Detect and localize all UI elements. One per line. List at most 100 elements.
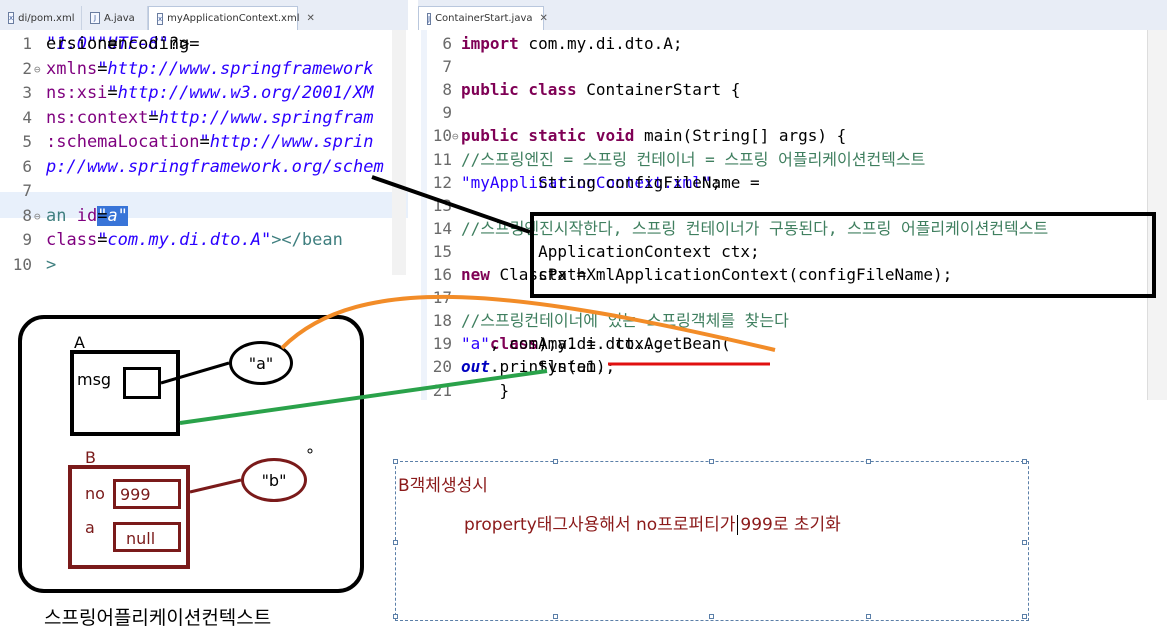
tab-containerstart-java[interactable]: J ContainerStart.java ✕ bbox=[418, 6, 548, 30]
code-line[interactable]: String configFileName = "myApplicationCo… bbox=[461, 171, 760, 194]
note-title: B객체생성시 bbox=[398, 476, 488, 496]
container-caption: 스프링어플리케이션컨텍스트 bbox=[44, 607, 272, 629]
line-number: 14 bbox=[432, 218, 452, 238]
tab-pom-xml[interactable]: x di/pom.xml bbox=[0, 6, 82, 30]
close-icon[interactable]: ✕ bbox=[540, 13, 548, 24]
fold-toggle-icon[interactable]: ⊖ bbox=[34, 63, 41, 76]
code-token: ></bean bbox=[271, 230, 343, 250]
class-a-field-msg: msg bbox=[77, 370, 112, 389]
tab-myapplicationcontext-xml[interactable]: x myApplicationContext.xml ✕ bbox=[148, 6, 315, 30]
code-line[interactable]: import com.my.di.dto.A; bbox=[461, 32, 683, 55]
resize-handle[interactable] bbox=[1022, 614, 1027, 619]
resize-handle[interactable] bbox=[553, 459, 558, 464]
code-token: import bbox=[461, 34, 519, 53]
resize-handle[interactable] bbox=[553, 614, 558, 619]
resize-handle[interactable] bbox=[1022, 459, 1027, 464]
line-number: 9 bbox=[442, 103, 452, 123]
line-number: 2 bbox=[22, 58, 32, 78]
line-number: 19 bbox=[432, 334, 452, 354]
code-token: p://www.springframework.org/schem bbox=[46, 156, 384, 177]
tab-label: di/pom.xml bbox=[18, 12, 75, 24]
code-line[interactable]: xmlns = "http://www.springframework bbox=[46, 57, 374, 81]
vertical-scrollbar[interactable] bbox=[392, 30, 406, 275]
code-token: an bbox=[46, 205, 77, 226]
line-number: 1 bbox=[22, 34, 32, 53]
code-line[interactable]: public class ContainerStart { bbox=[461, 78, 740, 101]
code-line[interactable]: A a1 = ctx.getBean("a", com.my.di.dto.A.… bbox=[461, 332, 731, 355]
code-line[interactable]: > bbox=[46, 253, 56, 276]
xml-editor[interactable]: 1 ersion= "1.0" encoding= "UTF-8" ?> 2 ⊖ xmlns =… bbox=[0, 30, 408, 275]
line-number: 18 bbox=[432, 311, 452, 331]
code-line[interactable]: ctx = new ClassPathXmlApplicationContext… bbox=[461, 263, 952, 286]
code-token: = bbox=[97, 58, 108, 79]
fold-toggle-icon[interactable]: ⊖ bbox=[34, 210, 41, 223]
code-line[interactable]: System. out .println(a1); bbox=[461, 355, 615, 378]
resize-handle[interactable] bbox=[866, 459, 871, 464]
line-number: 3 bbox=[22, 83, 32, 102]
line-number: 6 bbox=[22, 156, 32, 176]
line-number: 16 bbox=[432, 265, 452, 284]
resize-handle[interactable] bbox=[393, 540, 398, 545]
class-b-field-a: a bbox=[85, 518, 95, 537]
code-line[interactable]: //스프링컨테이너에 있는 스프링객체를 찾는다 bbox=[461, 309, 789, 332]
line-number: 8 bbox=[442, 80, 452, 100]
line-number: 5 bbox=[22, 132, 32, 151]
resize-handle[interactable] bbox=[709, 614, 714, 619]
resize-handle[interactable] bbox=[1022, 540, 1027, 545]
code-token: = bbox=[148, 107, 159, 128]
tab-label: A.java bbox=[104, 12, 135, 24]
code-line[interactable]: :schemaLocation = "http://www.sprin bbox=[46, 130, 374, 154]
code-token: = bbox=[97, 205, 108, 226]
resize-handle[interactable] bbox=[866, 614, 871, 619]
note-textbox[interactable]: B객체생성시 property태그사용해서 no프로퍼티가 999로 초기화 bbox=[393, 459, 1029, 621]
code-token: public class bbox=[461, 80, 577, 100]
code-token: ContainerStart { bbox=[576, 80, 741, 100]
code-token: id bbox=[76, 205, 98, 226]
code-token: } bbox=[461, 380, 510, 400]
code-token: .println(a1); bbox=[489, 357, 616, 377]
class-a-msg-slot bbox=[123, 367, 161, 399]
code-line[interactable]: class = "com.my.di.dto.A"></bean bbox=[46, 228, 343, 252]
resize-handle[interactable] bbox=[393, 459, 398, 464]
tab-label: ContainerStart.java bbox=[435, 13, 533, 24]
code-token: > bbox=[46, 254, 57, 275]
code-token: "http://www.springframework bbox=[97, 58, 374, 79]
class-b-field-no: no bbox=[85, 484, 105, 503]
line-number: 4 bbox=[22, 107, 32, 127]
code-line[interactable]: ns:context = "http://www.springfram bbox=[46, 106, 374, 130]
code-token: ); bbox=[538, 334, 558, 354]
line-number: 17 bbox=[432, 288, 452, 308]
line-number: 10 bbox=[12, 254, 32, 274]
code-token: ns:xsi bbox=[46, 83, 108, 103]
code-token: "com.my.di.dto.A" bbox=[97, 230, 272, 250]
class-b-no-value: 999 bbox=[120, 485, 151, 504]
java-file-icon: J bbox=[90, 12, 100, 24]
line-number: 21 bbox=[432, 380, 452, 400]
code-token: = bbox=[97, 230, 108, 250]
line-number: 11 bbox=[432, 149, 452, 169]
code-token: , com.my.di.dto.A. bbox=[489, 334, 664, 354]
right-tab-bar: J ContainerStart.java ✕ bbox=[418, 0, 1167, 31]
ref-a-label: "a" bbox=[248, 353, 274, 373]
line-number: 13 bbox=[432, 195, 452, 215]
line-number: 12 bbox=[432, 172, 452, 192]
code-token: "http://www.springfram bbox=[148, 107, 374, 128]
xml-file-icon: x bbox=[157, 12, 164, 25]
code-token: "http://www.w3.org/2001/XM bbox=[107, 83, 374, 103]
code-line[interactable]: public static void main(String[] args) { bbox=[461, 124, 846, 147]
code-line[interactable]: ns:xsi = "http://www.w3.org/2001/XM bbox=[46, 81, 374, 105]
fold-toggle-icon[interactable]: ⊖ bbox=[452, 130, 459, 143]
code-line[interactable]: p://www.springframework.org/schem bbox=[46, 155, 384, 179]
code-token: = bbox=[107, 83, 118, 103]
code-line[interactable]: ersion= "1.0" encoding= "UTF-8" ?> bbox=[46, 32, 200, 56]
resize-handle[interactable] bbox=[709, 459, 714, 464]
left-tab-bar: x di/pom.xml J A.java x myApplicationCon… bbox=[0, 0, 408, 31]
resize-handle[interactable] bbox=[393, 614, 398, 619]
ref-b-label: "b" bbox=[261, 470, 287, 490]
code-token: :schemaLocation bbox=[46, 132, 200, 152]
tab-a-java[interactable]: J A.java bbox=[82, 6, 148, 30]
code-line[interactable]: //스프링엔진 = 스프링 컨테이너 = 스프링 어플리케이션컨텍스트 bbox=[461, 148, 925, 171]
code-line[interactable]: an id = "a" bbox=[46, 204, 128, 228]
close-icon[interactable]: ✕ bbox=[306, 13, 314, 24]
